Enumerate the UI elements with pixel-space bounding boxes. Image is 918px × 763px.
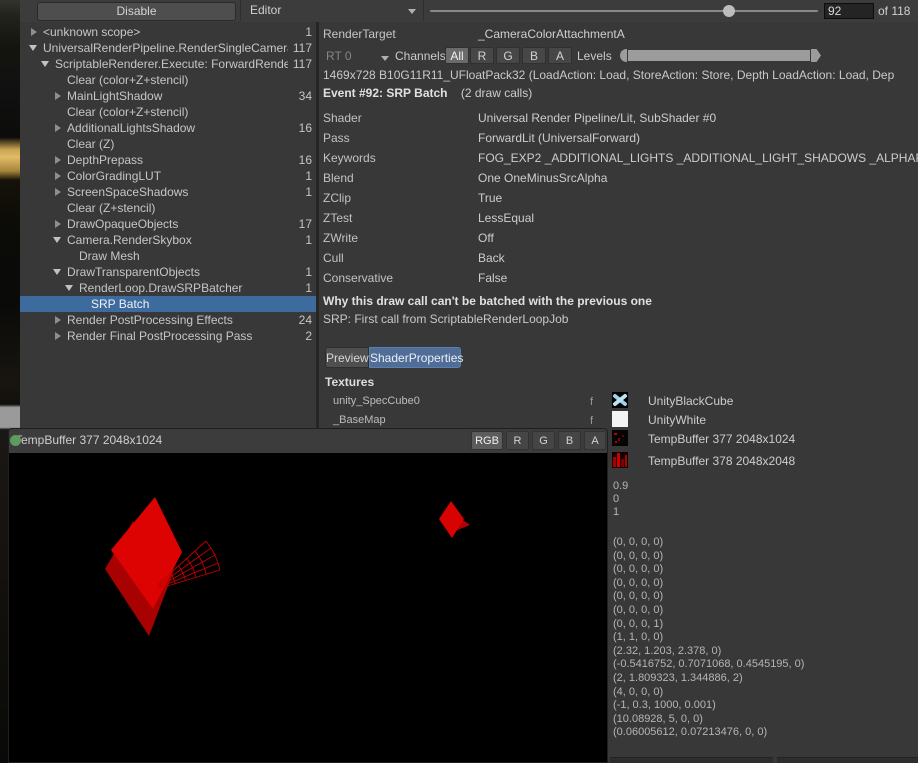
tree-row[interactable]: Draw Mesh — [20, 248, 316, 264]
tree-row[interactable]: Render Final PostProcessing Pass2 — [20, 328, 316, 344]
chevron-down-icon[interactable] — [53, 269, 61, 275]
channel-g-button[interactable]: G — [496, 47, 520, 64]
tab-preview[interactable]: Preview — [325, 347, 369, 368]
tree-row[interactable]: ScriptableRenderer.Execute: ForwardRende… — [20, 56, 316, 72]
render-target-label: RenderTarget — [323, 27, 396, 41]
chevron-right-icon[interactable] — [55, 220, 61, 228]
chevron-right-icon[interactable] — [55, 188, 61, 196]
tree-row[interactable]: Clear (color+Z+stencil) — [20, 72, 316, 88]
tree-row[interactable]: DepthPrepass16 — [20, 152, 316, 168]
event-drawcalls: (2 draw calls) — [461, 86, 532, 100]
tree-row[interactable]: UniversalRenderPipeline.RenderSingleCame… — [20, 40, 316, 56]
shader-vector-values: (0, 0, 0, 0) (0, 0, 0, 0) (0, 0, 0, 0) (… — [613, 536, 804, 740]
tree-row[interactable]: ScreenSpaceShadows1 — [20, 184, 316, 200]
tree-row[interactable]: AdditionalLightsShadow16 — [20, 120, 316, 136]
editor-dropdown[interactable]: Editor — [240, 0, 424, 21]
levels-max-handle[interactable] — [811, 49, 821, 62]
chevron-right-icon[interactable] — [55, 92, 61, 100]
channel-r-button[interactable]: R — [470, 47, 494, 64]
chevron-down-icon[interactable] — [53, 237, 61, 243]
chevron-right-icon[interactable] — [55, 156, 61, 164]
black-cube-texture-icon[interactable] — [612, 392, 628, 408]
property-row: ShaderUniversal Render Pipeline/Lit, Sub… — [319, 108, 918, 128]
rt-selector[interactable]: RT 0 — [326, 49, 352, 63]
shadowmap-preview-image — [9, 453, 607, 762]
event-title: Event #92: SRP Batch — [323, 86, 448, 100]
channels-label: Channels — [395, 49, 446, 63]
toolbar: Disable Editor of 118 — [20, 0, 918, 23]
tree-row[interactable]: DrawTransparentObjects1 — [20, 264, 316, 280]
levels-min-handle[interactable] — [620, 49, 627, 62]
preview-title-bar[interactable]: TempBuffer 377 2048x1024 RGB R G B A — [9, 429, 607, 454]
batch-break-reason: SRP: First call from ScriptableRenderLoo… — [323, 312, 568, 326]
tempbuffer-378-texture-icon[interactable] — [612, 452, 628, 468]
levels-range-bar[interactable] — [628, 50, 810, 61]
event-tree: <unknown scope>1 UniversalRenderPipeline… — [20, 22, 316, 428]
event-total-label: of 118 — [878, 4, 910, 18]
property-row: CullBack — [319, 248, 918, 268]
chevron-down-icon[interactable] — [29, 45, 37, 51]
levels-label: Levels — [577, 49, 612, 63]
property-row: ZClipTrue — [319, 188, 918, 208]
event-scrubber-track[interactable] — [430, 10, 818, 12]
green-status-dot-icon — [10, 435, 21, 446]
chevron-right-icon[interactable] — [55, 172, 61, 180]
tree-row[interactable]: Render PostProcessing Effects24 — [20, 312, 316, 328]
property-row: BlendOne OneMinusSrcAlpha — [319, 168, 918, 188]
shader-scalar-values: 0.9 0 1 — [613, 480, 628, 519]
preview-b-button[interactable]: B — [558, 431, 581, 450]
tree-row[interactable]: Clear (color+Z+stencil) — [20, 104, 316, 120]
property-row: ZTestLessEqual — [319, 208, 918, 228]
tree-row[interactable]: MainLightShadow34 — [20, 88, 316, 104]
chevron-right-icon[interactable] — [31, 28, 37, 36]
chevron-down-icon — [381, 56, 389, 61]
chevron-down-icon[interactable] — [41, 61, 49, 67]
chevron-down-icon[interactable] — [65, 285, 73, 291]
channel-all-button[interactable]: All — [445, 47, 469, 64]
texture-preview-canvas[interactable] — [9, 453, 607, 762]
property-row: KeywordsFOG_EXP2 _ADDITIONAL_LIGHTS _ADD… — [319, 148, 918, 168]
tree-row[interactable]: RenderLoop.DrawSRPBatcher1 — [20, 280, 316, 296]
chevron-right-icon[interactable] — [55, 124, 61, 132]
preview-title: TempBuffer 377 2048x1024 — [15, 433, 162, 447]
disable-button[interactable]: Disable — [37, 2, 236, 21]
tempbuffer-377-texture-icon[interactable] — [612, 430, 628, 446]
tree-row[interactable]: Clear (Z+stencil) — [20, 200, 316, 216]
levels-slider[interactable] — [620, 49, 825, 62]
window-edge — [610, 757, 773, 763]
tree-row[interactable]: <unknown scope>1 — [20, 24, 316, 40]
event-scrubber-thumb[interactable] — [723, 5, 735, 17]
batch-break-header: Why this draw call can't be batched with… — [323, 294, 652, 308]
chevron-right-icon[interactable] — [55, 316, 61, 324]
tree-row[interactable]: ColorGradingLUT1 — [20, 168, 316, 184]
render-target-value: _CameraColorAttachmentA — [478, 27, 625, 41]
tree-row[interactable]: Clear (Z) — [20, 136, 316, 152]
preview-a-button[interactable]: A — [584, 431, 606, 450]
white-texture-icon[interactable] — [612, 411, 628, 427]
rendertarget-format-line: 1469x728 B10G11R11_UFloatPack32 (LoadAct… — [323, 68, 918, 82]
tree-row-selected[interactable]: SRP Batch — [20, 296, 316, 312]
tree-row[interactable]: DrawOpaqueObjects17 — [20, 216, 316, 232]
textures-header: Textures — [325, 375, 374, 389]
preview-rgb-button[interactable]: RGB — [471, 431, 503, 450]
window-edge — [777, 757, 918, 763]
texture-preview-window[interactable]: TempBuffer 377 2048x1024 RGB R G B A — [8, 428, 608, 763]
property-row: ConservativeFalse — [319, 268, 918, 288]
frame-debugger-window: Disable Editor of 118 <unknown scope>1 U… — [0, 0, 918, 763]
tab-shader-properties[interactable]: ShaderProperties — [369, 347, 461, 368]
preview-g-button[interactable]: G — [532, 431, 555, 450]
event-number-input[interactable] — [824, 3, 874, 19]
tree-row[interactable]: Camera.RenderSkybox1 — [20, 232, 316, 248]
chevron-right-icon[interactable] — [55, 332, 61, 340]
property-row: PassForwardLit (UniversalForward) — [319, 128, 918, 148]
channel-b-button[interactable]: B — [522, 47, 546, 64]
property-row: ZWriteOff — [319, 228, 918, 248]
chevron-down-icon — [408, 9, 416, 14]
event-heading: Event #92: SRP Batch (2 draw calls) — [323, 86, 532, 100]
preview-r-button[interactable]: R — [506, 431, 529, 450]
channel-a-button[interactable]: A — [548, 47, 572, 64]
